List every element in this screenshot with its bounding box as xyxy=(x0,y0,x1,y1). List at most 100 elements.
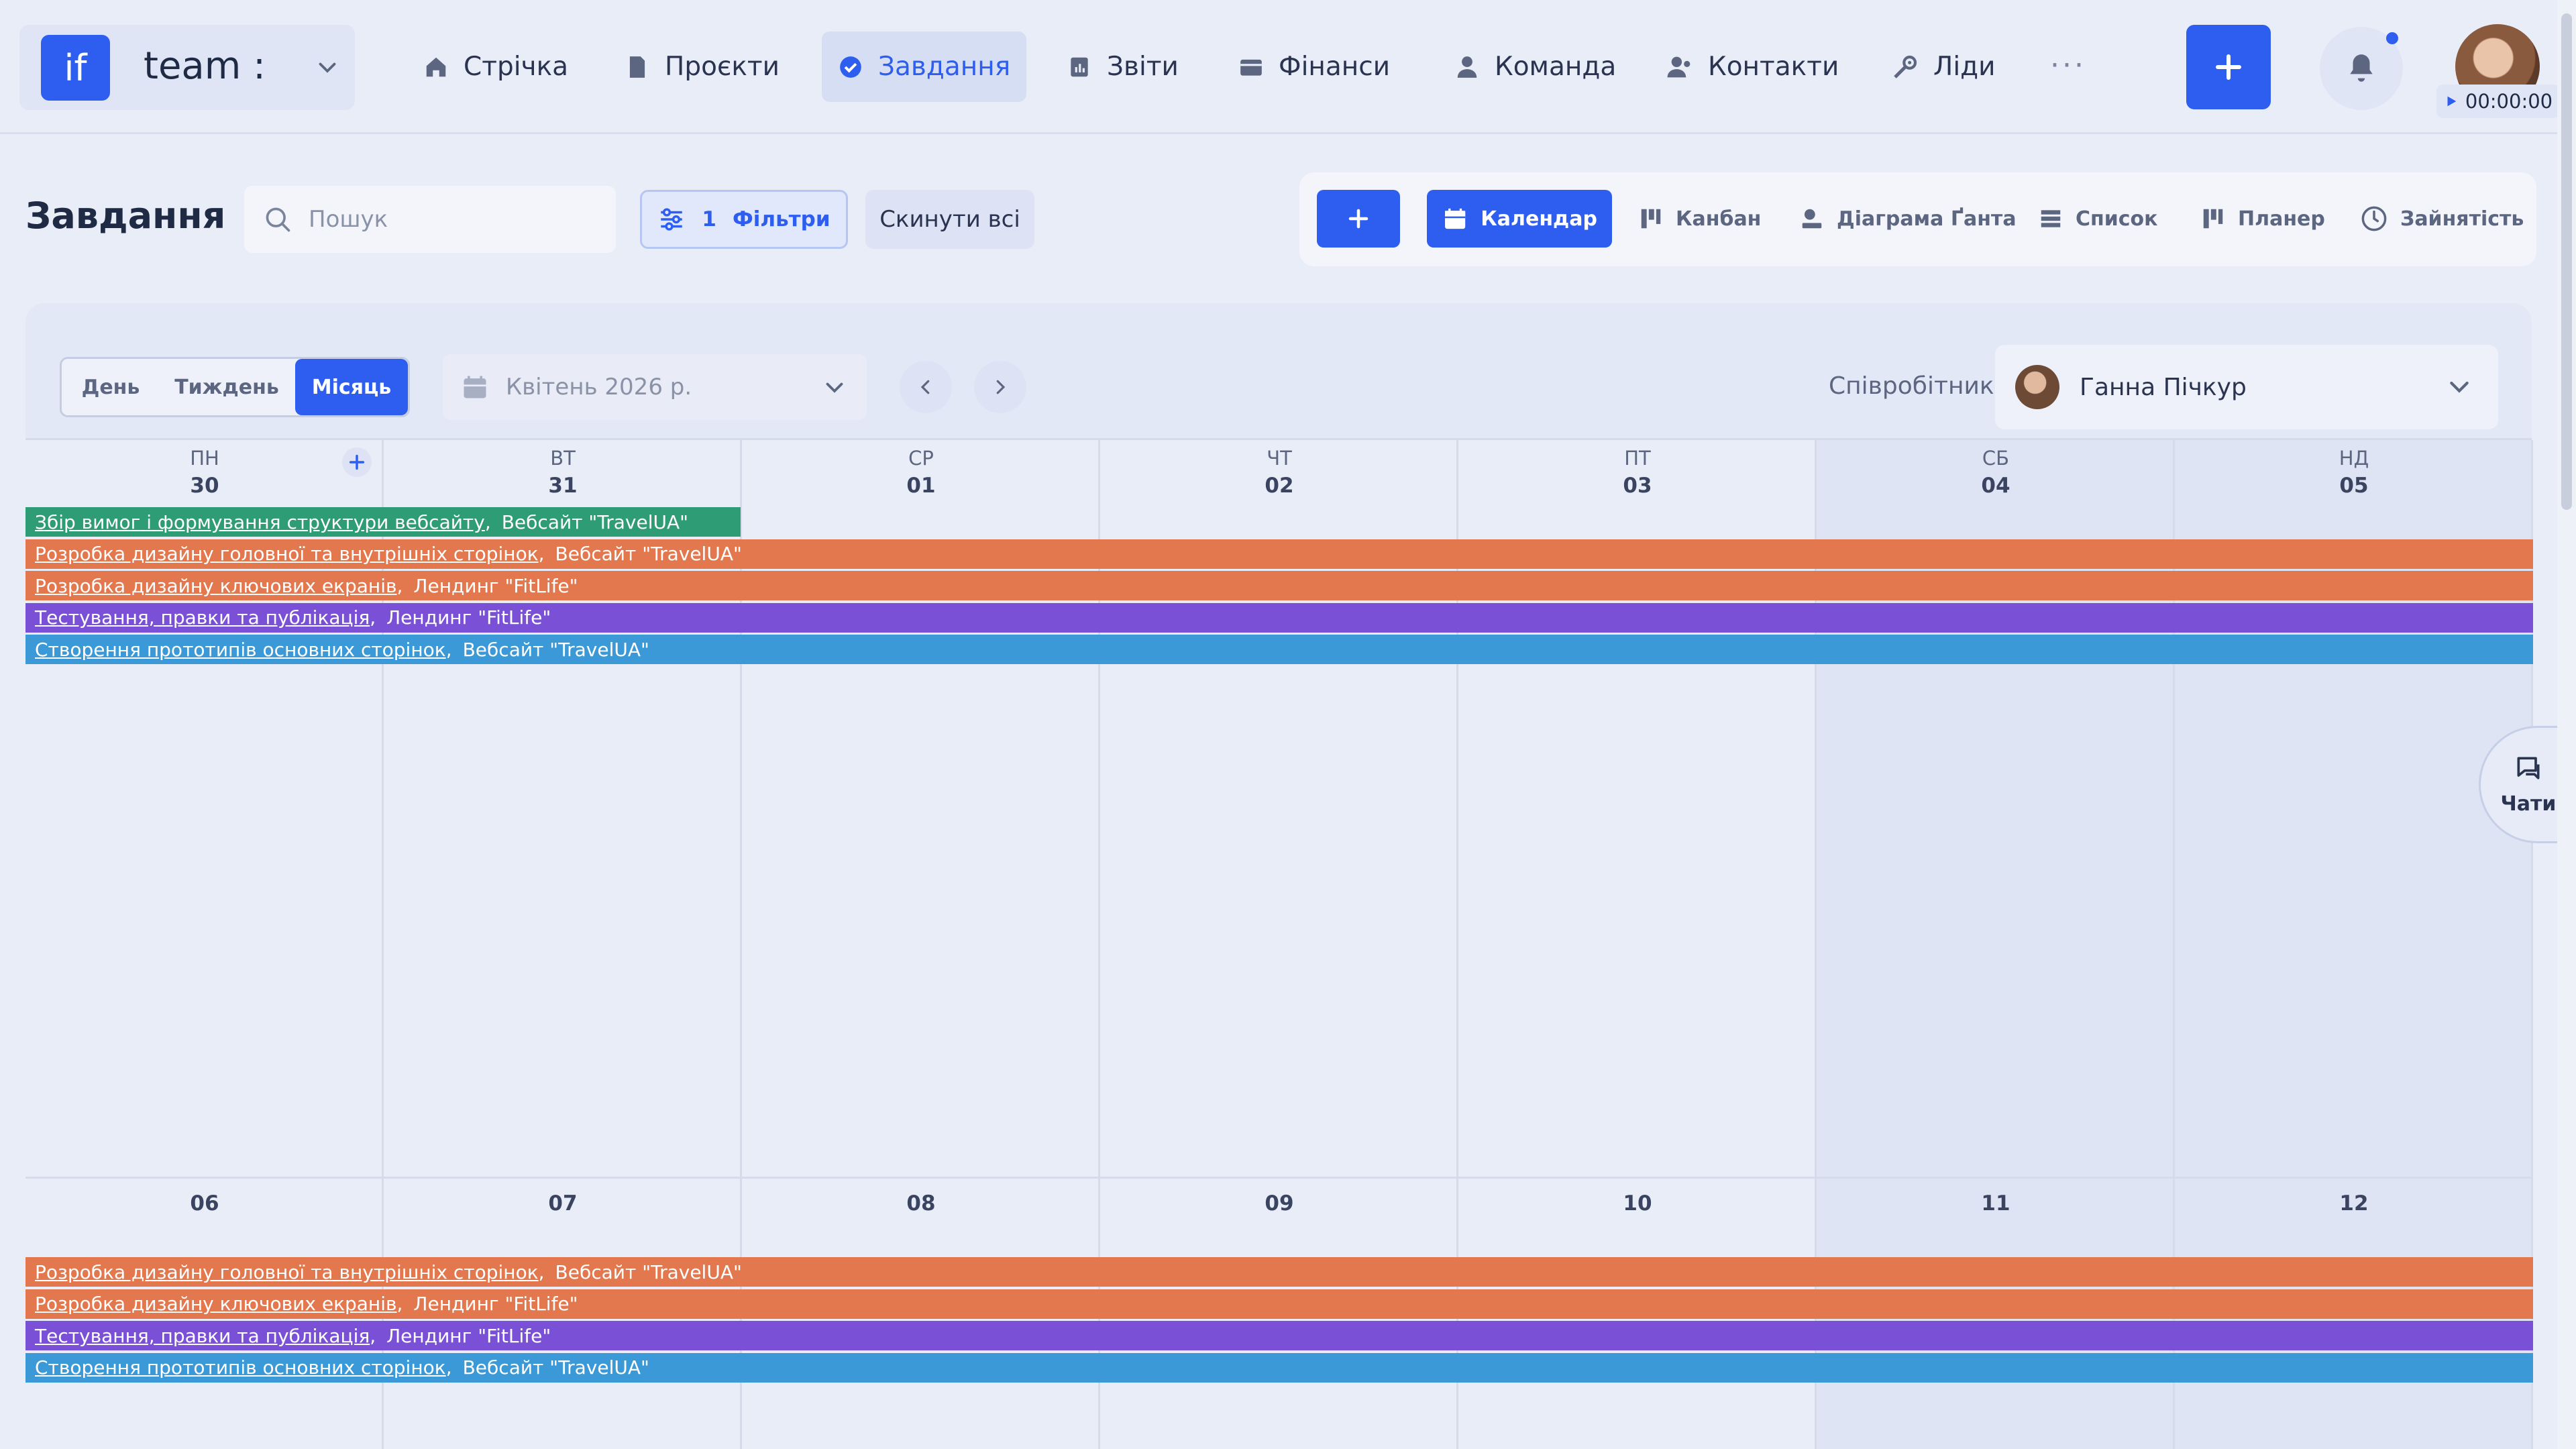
separator: , xyxy=(445,638,452,661)
employee-name: Ганна Пічкур xyxy=(2080,373,2247,401)
task-title[interactable]: Створення прототипів основних сторінок xyxy=(35,639,446,661)
employee-avatar xyxy=(2015,365,2059,409)
plus-icon xyxy=(2216,54,2241,80)
check-circle-icon xyxy=(838,54,863,80)
task-bar[interactable]: Розробка дизайну ключових екранів, Лендин… xyxy=(25,571,2533,600)
separator: , xyxy=(370,606,376,629)
task-bar[interactable]: Тестування, правки та публікація, Лендинг… xyxy=(25,602,2533,633)
nav-item-leads[interactable]: Ліди xyxy=(1876,32,2011,102)
tab-calendar[interactable]: Календар xyxy=(1427,190,1612,248)
kanban-icon xyxy=(1641,209,1661,229)
chevron-right-icon xyxy=(996,380,1006,394)
search-icon xyxy=(266,207,290,232)
day-number: 11 xyxy=(1981,1191,2010,1216)
nav-item-contacts[interactable]: Контакти xyxy=(1650,32,1855,102)
day-number: 07 xyxy=(548,1191,578,1216)
employee-select[interactable]: Ганна Пічкур xyxy=(1995,345,2498,429)
separator: , xyxy=(396,574,403,597)
task-bar[interactable]: Розробка дизайну головної та внутрішніх … xyxy=(25,539,2533,569)
day-number: 10 xyxy=(1623,1191,1652,1216)
clock-icon xyxy=(2361,206,2387,231)
next-month-button[interactable] xyxy=(974,361,1026,413)
prev-month-button[interactable] xyxy=(900,361,952,413)
task-title[interactable]: Тестування, правки та публікація xyxy=(35,606,370,629)
task-title[interactable]: Розробка дизайну ключових екранів xyxy=(35,575,397,597)
task-title[interactable]: Розробка дизайну головної та внутрішніх … xyxy=(35,543,539,565)
day-number: 05 xyxy=(2339,474,2369,498)
view-label: Планер xyxy=(2238,207,2325,231)
planner-icon xyxy=(2203,209,2223,229)
task-project: Вебсайт "TravelUA" xyxy=(555,1260,742,1283)
nav-label: Завдання xyxy=(878,52,1011,82)
more-menu-button[interactable]: ··· xyxy=(2050,48,2086,83)
task-title[interactable]: Створення прототипів основних сторінок xyxy=(35,1356,446,1379)
view-label: Календар xyxy=(1481,207,1597,231)
nav-item-feed[interactable]: Стрічка xyxy=(407,32,584,102)
chevron-left-icon xyxy=(920,380,930,394)
nav-item-tasks[interactable]: Завдання xyxy=(822,32,1027,102)
day-number: 08 xyxy=(906,1191,936,1216)
quick-add-button[interactable] xyxy=(2186,25,2271,109)
month-value: Квітень 2026 р. xyxy=(506,374,692,400)
task-bar[interactable]: Розробка дизайну головної та внутрішніх … xyxy=(25,1257,2533,1287)
search-input[interactable]: Пошук xyxy=(244,186,616,253)
page-title: Завдання xyxy=(25,195,226,237)
filters-button[interactable]: 1 Фільтри xyxy=(640,190,848,249)
tab-gantt[interactable]: Діаграма Ґанта xyxy=(1784,190,2031,248)
tab-planner[interactable]: Планер xyxy=(2186,190,2340,248)
task-title[interactable]: Розробка дизайну ключових екранів xyxy=(35,1293,397,1315)
tab-workload[interactable]: Зайнятість xyxy=(2345,190,2538,248)
view-label: Діаграма Ґанта xyxy=(1837,207,2017,231)
task-title[interactable]: Розробка дизайну головної та внутрішніх … xyxy=(35,1261,539,1283)
time-tracker[interactable]: 00:00:00 xyxy=(2436,85,2560,118)
task-project: Лендинг "FitLife" xyxy=(413,1293,578,1315)
reset-filters-button[interactable]: Скинути всі xyxy=(865,190,1034,249)
list-icon xyxy=(2041,210,2061,227)
add-task-button[interactable] xyxy=(1317,190,1400,248)
add-event-day-button[interactable] xyxy=(342,447,372,477)
task-bar[interactable]: Розробка дизайну ключових екранів, Лендин… xyxy=(25,1289,2533,1319)
weekday-label: СБ xyxy=(1982,447,2010,470)
view-label: Зайнятість xyxy=(2400,207,2524,231)
day-number: 06 xyxy=(190,1191,219,1216)
timer-value: 00:00:00 xyxy=(2465,90,2553,113)
plus-icon xyxy=(1348,209,1368,229)
task-bar[interactable]: Створення прототипів основних сторінок, В… xyxy=(25,1352,2533,1383)
view-label: Список xyxy=(2076,207,2158,231)
chat-icon xyxy=(2517,757,2540,780)
chevron-down-icon xyxy=(315,55,339,79)
contacts-icon xyxy=(1666,54,1693,80)
scrollbar-thumb[interactable] xyxy=(2561,13,2572,510)
filters-count: 1 xyxy=(702,207,716,231)
task-project: Вебсайт "TravelUA" xyxy=(462,1356,649,1379)
person-icon xyxy=(1454,54,1480,80)
mode-month[interactable]: Місяць xyxy=(295,359,408,415)
task-bar[interactable]: Створення прототипів основних сторінок, В… xyxy=(25,635,2533,664)
task-bar[interactable]: Збір вимог і формування структури вебсай… xyxy=(25,507,741,537)
nav-item-reports[interactable]: Звіти xyxy=(1051,32,1195,102)
sliders-icon xyxy=(661,208,683,231)
task-title[interactable]: Збір вимог і формування структури вебсай… xyxy=(35,511,485,533)
separator: , xyxy=(538,543,545,565)
mode-week[interactable]: Тиждень xyxy=(160,359,294,415)
tab-list[interactable]: Список xyxy=(2023,190,2173,248)
nav-label: Контакти xyxy=(1708,52,1839,82)
leads-icon xyxy=(1892,54,1919,80)
nav-label: Ліди xyxy=(1933,52,1996,82)
app-logo: if xyxy=(41,35,110,101)
task-bar[interactable]: Тестування, правки та публікація, Лендинг… xyxy=(25,1321,2533,1350)
month-picker[interactable]: Квітень 2026 р. xyxy=(443,354,867,420)
tab-kanban[interactable]: Канбан xyxy=(1623,190,1776,248)
nav-item-projects[interactable]: Проєкти xyxy=(608,32,796,102)
task-title[interactable]: Тестування, правки та публікація xyxy=(35,1325,370,1347)
mode-day[interactable]: День xyxy=(62,359,160,415)
separator: , xyxy=(445,1356,452,1379)
weekday-label: ВТ xyxy=(550,447,576,470)
nav-item-finance[interactable]: Фінанси xyxy=(1222,32,1406,102)
nav-label: Команда xyxy=(1495,52,1617,82)
day-number: 03 xyxy=(1623,474,1652,498)
day-number: 02 xyxy=(1265,474,1294,498)
chats-label: Чати xyxy=(2500,792,2557,816)
nav-item-team[interactable]: Команда xyxy=(1438,32,1632,102)
weekday-label: ПН xyxy=(190,447,219,470)
